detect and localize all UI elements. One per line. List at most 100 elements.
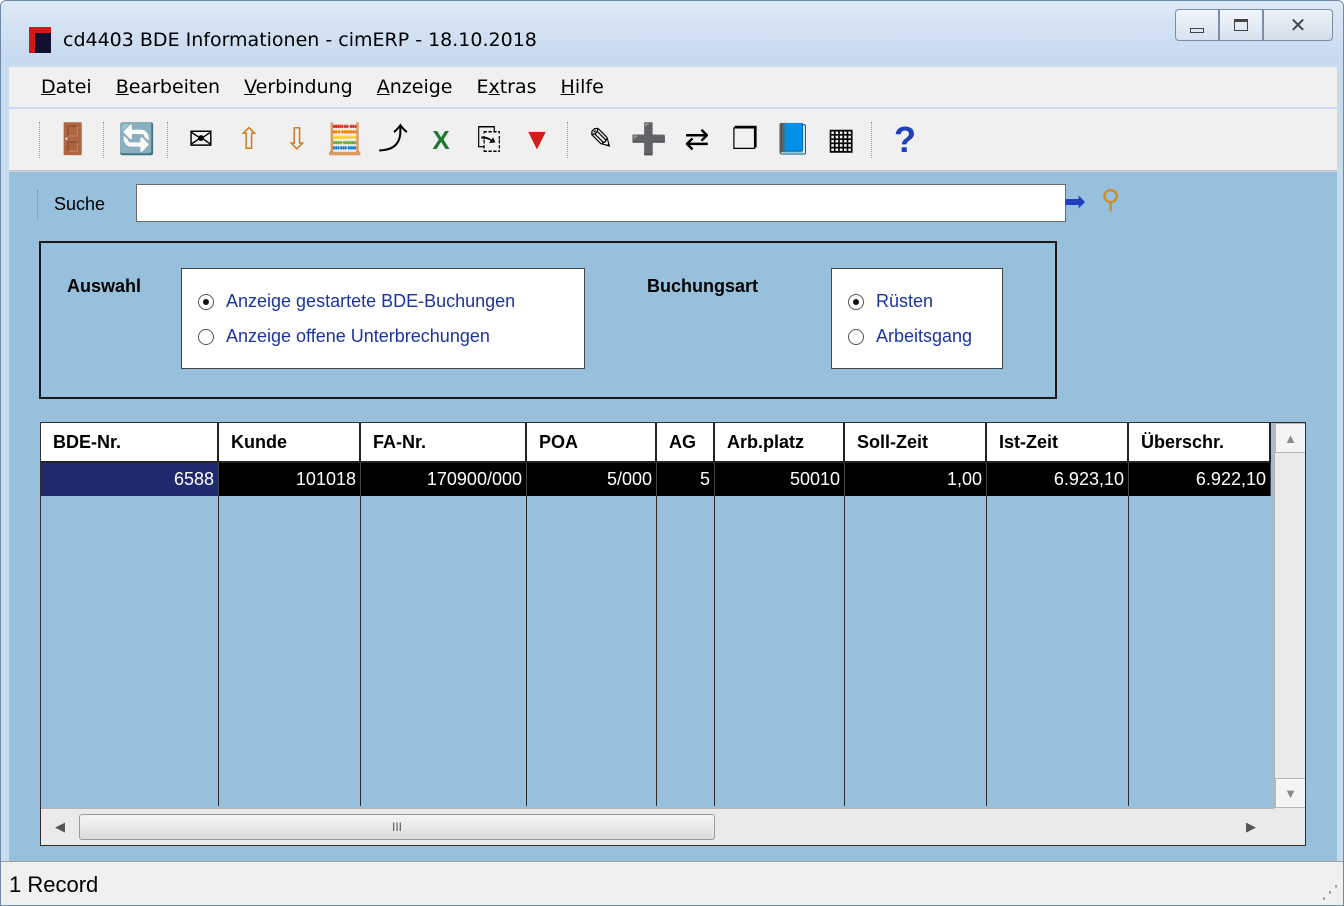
buchungsart-option-label: Arbeitsgang	[876, 326, 973, 346]
status-bar: 1 Record ⋰	[1, 861, 1343, 905]
column-header[interactable]: FA-Nr.	[361, 423, 527, 463]
column-header[interactable]: BDE-Nr.	[41, 423, 219, 463]
table-cell[interactable]: 6588	[41, 463, 219, 496]
column-header[interactable]: Überschr.	[1129, 423, 1271, 463]
column-divider	[1128, 496, 1129, 806]
export-icon[interactable]: ⤴	[373, 120, 413, 160]
search-bar: Suche ➡ ⚲	[9, 172, 1337, 234]
table-cell[interactable]: 101018	[219, 463, 361, 496]
transfer-icon[interactable]: ⇄	[677, 120, 717, 160]
minimize-button[interactable]	[1175, 9, 1219, 41]
grid-icon[interactable]: ▦	[821, 120, 861, 160]
arrow-right-icon[interactable]: ➡	[1064, 186, 1086, 217]
scroll-up-icon[interactable]: ▲	[1275, 423, 1305, 453]
scroll-corner	[1274, 808, 1305, 845]
toolbar-separator	[871, 121, 875, 158]
column-divider	[844, 496, 845, 806]
menu-item-2[interactable]: Verbindung	[244, 76, 353, 98]
auswahl-option-interruptions[interactable]: Anzeige offene Unterbrechungen	[198, 326, 490, 347]
column-header[interactable]: AG	[657, 423, 715, 463]
table-cell[interactable]: 5	[657, 463, 715, 496]
menu-bar: Datei Bearbeiten Verbindung Anzeige Extras Hi…	[9, 67, 1337, 107]
maximize-icon	[1234, 19, 1248, 31]
buchungsart-radio-group: Rüsten Arbeitsgang	[831, 268, 1003, 369]
table-header: BDE-Nr. Kunde FA-Nr. POA AG Arb.platz Soll-Zei…	[41, 423, 1271, 463]
scroll-right-icon[interactable]: ▶	[1236, 813, 1266, 841]
window-title: cd4403 BDE Informationen - cimERP - 18.1…	[63, 29, 537, 51]
table-cell[interactable]: 6.922,10	[1129, 463, 1271, 496]
buchungsart-option-ruesten[interactable]: Rüsten	[848, 291, 933, 312]
column-divider	[218, 496, 219, 806]
data-grid: BDE-Nr. Kunde FA-Nr. POA AG Arb.platz Soll-Zei…	[40, 422, 1306, 846]
search-input[interactable]	[136, 184, 1066, 222]
exit-icon[interactable]: 🚪	[53, 120, 93, 160]
column-divider	[714, 496, 715, 806]
magnifier-icon[interactable]: ⚲	[1101, 184, 1120, 215]
table-cell[interactable]: 50010	[715, 463, 845, 496]
app-window: cd4403 BDE Informationen - cimERP - 18.1…	[0, 0, 1344, 906]
app-logo-icon	[29, 27, 51, 53]
menu-item-5[interactable]: Hilfe	[561, 76, 604, 98]
table-cell[interactable]: 6.923,10	[987, 463, 1129, 496]
record-count: 1 Record	[9, 872, 99, 897]
column-header[interactable]: Soll-Zeit	[845, 423, 987, 463]
radio-icon[interactable]	[848, 293, 864, 310]
new-record-icon[interactable]: ➕	[629, 120, 669, 160]
auswahl-label: Auswahl	[67, 276, 142, 296]
table-cell[interactable]: 170900/000	[361, 463, 527, 496]
copy-icon[interactable]: ⎘	[469, 120, 509, 160]
sort-ascending-icon[interactable]: ⇧	[229, 120, 269, 160]
radio-icon[interactable]	[198, 328, 214, 345]
table-cell[interactable]: 1,00	[845, 463, 987, 496]
windows-icon[interactable]: ❐	[725, 120, 765, 160]
scroll-thumb[interactable]: III	[79, 814, 715, 840]
filter-icon[interactable]: ▼	[517, 120, 557, 160]
buchungsart-option-label: Rüsten	[876, 291, 934, 311]
vertical-scrollbar[interactable]: ▲ ▼	[1274, 423, 1305, 808]
toolbar: 🚪 🔄 ✉ ⇧ ⇩ 🧮 ⤴ X ⎘ ▼ ✎ ➕ ⇄ ❐ 📘 ▦?	[9, 109, 1337, 171]
column-header[interactable]: Kunde	[219, 423, 361, 463]
table-cell[interactable]: 5/000	[527, 463, 657, 496]
table-row[interactable]: 6588 101018 170900/000 5/000 5 50010 1,00 6.923…	[41, 463, 1271, 496]
scroll-left-icon[interactable]: ◀	[45, 813, 75, 841]
search-grip	[37, 190, 38, 220]
toolbar-separator	[39, 121, 43, 158]
horizontal-scrollbar[interactable]: ◀ III ▶	[41, 808, 1274, 845]
column-divider	[656, 496, 657, 806]
column-divider	[986, 496, 987, 806]
column-divider	[526, 496, 527, 806]
edit-icon[interactable]: ✎	[581, 120, 621, 160]
column-header[interactable]: Arb.platz	[715, 423, 845, 463]
refresh-icon[interactable]: 🔄	[117, 120, 157, 160]
menu-item-1[interactable]: Bearbeiten	[116, 76, 220, 98]
menu-item-0[interactable]: Datei	[41, 76, 92, 98]
column-header[interactable]: Ist-Zeit	[987, 423, 1129, 463]
search-label: Suche	[54, 194, 106, 214]
toolbar-separator	[167, 121, 171, 158]
radio-icon[interactable]	[848, 328, 864, 345]
calculator-icon[interactable]: 🧮	[325, 120, 365, 160]
auswahl-option-label: Anzeige gestartete BDE-Buchungen	[226, 291, 516, 311]
maximize-button[interactable]	[1219, 9, 1263, 41]
book-icon[interactable]: 📘	[773, 120, 813, 160]
auswahl-option-started[interactable]: Anzeige gestartete BDE-Buchungen	[198, 291, 515, 312]
sort-descending-icon[interactable]: ⇩	[277, 120, 317, 160]
column-divider	[360, 496, 361, 806]
scroll-down-icon[interactable]: ▼	[1275, 778, 1305, 808]
help-icon[interactable]: ?	[885, 120, 925, 160]
resize-grip-icon[interactable]: ⋰	[1321, 882, 1339, 903]
menu-item-4[interactable]: Extras	[476, 76, 536, 98]
auswahl-radio-group: Anzeige gestartete BDE-Buchungen Anzeige…	[181, 268, 585, 369]
excel-icon[interactable]: X	[421, 120, 461, 160]
column-header[interactable]: POA	[527, 423, 657, 463]
window-controls: ✕	[1175, 9, 1333, 43]
menu-item-3[interactable]: Anzeige	[377, 76, 453, 98]
radio-icon[interactable]	[198, 293, 214, 310]
mail-icon[interactable]: ✉	[181, 120, 221, 160]
scroll-thumb-grip: III	[391, 820, 402, 834]
title-bar[interactable]: cd4403 BDE Informationen - cimERP - 18.1…	[1, 1, 1343, 63]
buchungsart-option-arbeitsgang[interactable]: Arbeitsgang	[848, 326, 972, 347]
close-button[interactable]: ✕	[1263, 9, 1333, 41]
buchungsart-label: Buchungsart	[647, 276, 759, 296]
content-area: Suche ➡ ⚲ Auswahl Anzeige gestartete BDE…	[9, 172, 1337, 861]
